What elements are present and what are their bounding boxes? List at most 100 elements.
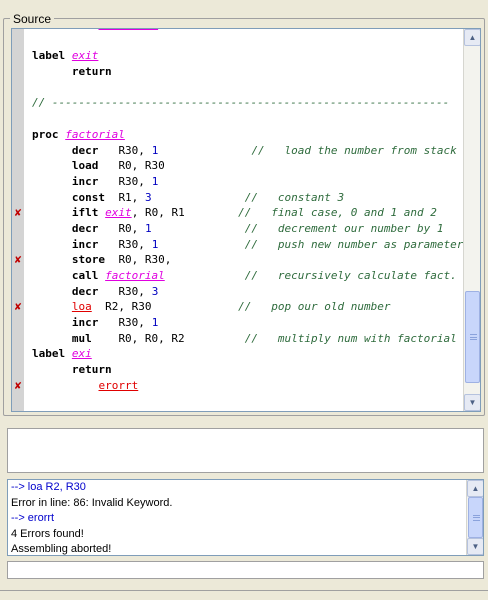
code-token-kw: call — [71, 269, 99, 282]
empty-panel — [7, 428, 484, 473]
code-token-kw: const — [71, 190, 106, 204]
code-line[interactable]: mul R0, R0, R2 // multiply num with factor… — [12, 331, 464, 347]
code-token-kw: load — [71, 159, 99, 173]
scroll-thumb[interactable] — [465, 291, 480, 383]
arrow-up-icon[interactable]: ▲ — [467, 480, 483, 497]
code-token-kw: store — [71, 253, 106, 267]
scroll-thumb[interactable] — [468, 497, 483, 538]
code-line[interactable] — [12, 33, 464, 49]
console-line: --> loa R2, R30 — [11, 481, 86, 493]
code-token-reg: , R0, R1 — [131, 206, 185, 220]
code-token-cmt: // constant 3 — [244, 190, 345, 204]
code-token-reg: R30, — [118, 143, 145, 157]
code-token-num: 3 — [145, 190, 152, 204]
code-line[interactable]: incr R30, 1 — [12, 315, 464, 331]
code-token-num: 1 — [151, 237, 159, 251]
code-token-lbl: exi — [71, 347, 92, 361]
code-line[interactable]: decr R0, 1 // decrement our number by 1 — [12, 221, 464, 237]
source-scrollbar[interactable]: ▲ ▼ — [463, 29, 480, 411]
code-token-num: 3 — [151, 284, 159, 298]
code-line[interactable] — [12, 394, 464, 410]
code-token-kw: label — [32, 347, 66, 361]
source-title: Source — [10, 12, 55, 26]
code-line[interactable]: // -------------------------------------… — [12, 95, 464, 111]
code-line[interactable]: call factorial // recursively calculate fa… — [12, 268, 464, 284]
code-token-cmt: // load the number from stack — [251, 143, 457, 157]
code-token-kw: incr — [71, 237, 99, 251]
code-token-kw: decr — [71, 284, 99, 298]
source-editor[interactable]: call factorial label exit return // ---------… — [11, 28, 481, 412]
code-line[interactable]: incr R30, 1 // push new number as parameter — [12, 237, 464, 253]
code-line[interactable]: return — [12, 362, 464, 378]
code-token-reg: R2, R30 — [105, 300, 152, 314]
error-marker-icon: ✘ — [14, 378, 22, 392]
code-line[interactable]: load R0, R30 — [12, 158, 464, 174]
code-line[interactable] — [12, 80, 464, 96]
code-token-lbl: exit — [71, 49, 99, 63]
code-line[interactable]: label exit — [12, 48, 464, 64]
code-token-reg: R30, — [118, 174, 145, 188]
console-line: --> erorrt — [11, 512, 55, 524]
code-token-cmt: // final case, 0 and 1 and 2 — [238, 206, 437, 220]
code-token-kw: decr — [71, 143, 99, 157]
code-line[interactable]: decr R30, 3 — [12, 284, 464, 300]
code-token-reg: R30, — [118, 316, 145, 330]
code-token-reg: R1, — [118, 190, 139, 204]
code-token-cmt: // recursively calculate fact. — [244, 269, 457, 282]
code-token-cmt: // -------------------------------------… — [32, 96, 450, 110]
console-line: Error in line: 86: Invalid Keyword. — [11, 496, 173, 509]
code-line[interactable]: label exi — [12, 346, 464, 362]
code-token-kw: label — [32, 49, 66, 63]
code-token-lbl: factorial — [105, 269, 165, 282]
code-line[interactable]: return — [12, 64, 464, 80]
code-token-kw: return — [71, 65, 112, 79]
code-token-kw: incr — [71, 174, 99, 188]
console-messages: --> loa R2, R30 Error in line: 86: Invali… — [11, 480, 173, 555]
arrow-down-icon[interactable]: ▼ — [464, 394, 480, 411]
console-scrollbar[interactable]: ▲ ▼ — [466, 480, 483, 555]
code-token-cmt: // decrement our number by 1 — [244, 221, 444, 235]
code-token-err: erorrt — [98, 378, 139, 392]
code-token-num: 1 — [151, 174, 159, 188]
code-token-reg: R0, R30 — [118, 159, 165, 173]
code-line[interactable]: ✘ loa R2, R30 // pop our old number — [12, 299, 464, 315]
output-console[interactable]: --> loa R2, R30 Error in line: 86: Invali… — [7, 479, 484, 556]
error-marker-icon: ✘ — [14, 206, 22, 220]
code-line[interactable]: decr R30, 1 // load the number from stack — [12, 143, 464, 159]
status-bar — [7, 561, 484, 579]
code-token-cmt: // push new number as parameter — [244, 237, 464, 251]
error-marker-icon: ✘ — [14, 253, 22, 267]
code-line[interactable] — [12, 111, 464, 127]
console-line: Assembling aborted! — [11, 543, 112, 555]
code-line[interactable]: const R1, 3 // constant 3 — [12, 190, 464, 206]
arrow-down-icon[interactable]: ▼ — [467, 538, 483, 555]
code-token-reg: R0, R30, — [118, 253, 172, 267]
code-line[interactable]: incr R30, 1 — [12, 174, 464, 190]
arrow-up-icon[interactable]: ▲ — [464, 29, 480, 46]
console-line: 4 Errors found! — [11, 527, 84, 540]
code-token-reg: R0, — [118, 221, 139, 235]
divider — [0, 590, 488, 591]
code-token-kw: proc — [32, 127, 59, 141]
code-token-kw: iflt — [71, 206, 99, 220]
code-token-num: 1 — [151, 316, 159, 330]
code-token-cmt: // multiply num with factorial — [244, 331, 457, 345]
code-token-cmt: // pop our old number — [238, 300, 391, 314]
code-token-kw: incr — [71, 316, 99, 330]
code-token-err: loa — [71, 300, 92, 314]
code-token-reg: R30, — [118, 237, 145, 251]
code-line[interactable]: proc factorial — [12, 127, 464, 143]
code-line[interactable]: ✘ erorrt — [12, 378, 464, 394]
code-token-num: 1 — [145, 221, 152, 235]
code-line[interactable]: ✘ iflt exit, R0, R1 // final case, 0 and 1 … — [12, 205, 464, 221]
code-token-kw: mul — [71, 331, 92, 345]
error-marker-icon: ✘ — [14, 300, 22, 314]
code-token-lbl: exit — [105, 206, 132, 220]
code-token-reg: R30, — [118, 284, 145, 298]
code-token-kw: return — [71, 363, 112, 377]
code-token-kw: decr — [71, 221, 99, 235]
code-token-num: 1 — [151, 143, 159, 157]
code-token-lbl: factorial — [65, 127, 125, 141]
code-area[interactable]: call factorial label exit return // ---------… — [12, 29, 464, 410]
code-line[interactable]: ✘ store R0, R30, — [12, 252, 464, 268]
